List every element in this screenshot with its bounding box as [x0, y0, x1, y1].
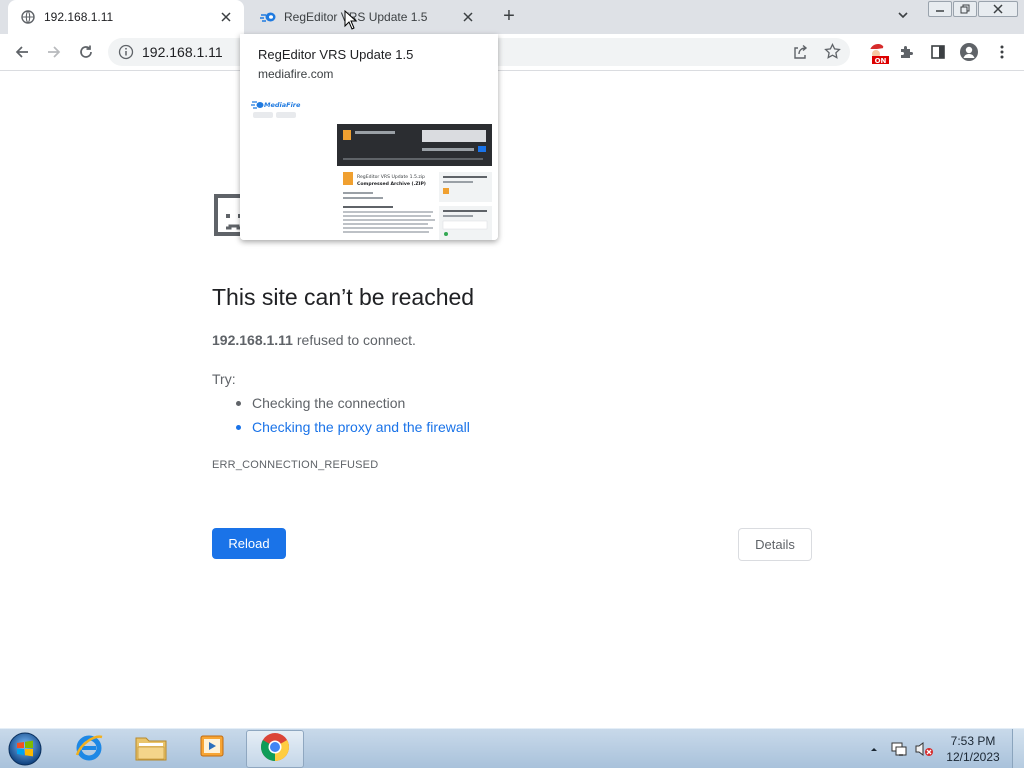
- tab-title: 192.168.1.11: [44, 10, 114, 24]
- tab-inactive[interactable]: RegEditor VRS Update 1.5: [248, 0, 486, 34]
- tab-active[interactable]: 192.168.1.11: [8, 0, 244, 34]
- tab-close-icon[interactable]: [218, 9, 234, 25]
- menu-kebab-icon[interactable]: [991, 41, 1013, 63]
- volume-muted-icon[interactable]: [913, 729, 935, 768]
- taskbar-chrome[interactable]: [246, 730, 304, 768]
- suggestion-check-connection: Checking the connection: [236, 394, 470, 418]
- show-desktop-button[interactable]: [1012, 729, 1024, 768]
- tab-title: RegEditor VRS Update 1.5: [284, 10, 428, 24]
- error-title: This site can’t be reached: [212, 284, 475, 310]
- mouse-cursor: [344, 9, 358, 35]
- preview-file-title: RegEditor VRS Update 1.5.zip: [357, 174, 425, 180]
- back-arrow-icon[interactable]: [11, 41, 33, 63]
- taskbar-file-explorer[interactable]: [122, 730, 180, 768]
- new-tab-button[interactable]: +: [498, 6, 520, 28]
- side-panel-icon[interactable]: [927, 41, 949, 63]
- hover-card-preview: MediaFire RegEditor VRS Update 1.5.zip C…: [240, 92, 498, 240]
- taskbar-internet-explorer[interactable]: [60, 730, 118, 768]
- extensions-puzzle-icon[interactable]: [895, 41, 917, 63]
- reload-icon[interactable]: [75, 41, 97, 63]
- system-clock[interactable]: 7:53 PM 12/1/2023: [940, 733, 1006, 765]
- preview-logo-text: MediaFire: [264, 101, 301, 109]
- share-icon[interactable]: [792, 44, 808, 65]
- error-code: ERR_CONNECTION_REFUSED: [212, 459, 379, 471]
- error-host: 192.168.1.11: [212, 332, 293, 348]
- extension-badge: ON: [875, 57, 887, 65]
- suggestion-list: Checking the connection Checking the pro…: [236, 394, 470, 442]
- media-player-icon: [198, 733, 228, 766]
- start-button[interactable]: [6, 731, 44, 767]
- try-label: Try:: [212, 371, 236, 387]
- folder-icon: [134, 732, 168, 767]
- extension-santa-icon[interactable]: ON: [866, 39, 890, 65]
- tab-search-chevron-icon[interactable]: [896, 8, 914, 26]
- globe-icon: [20, 9, 36, 25]
- close-window-button[interactable]: [978, 1, 1018, 17]
- suggestion-proxy-firewall-link[interactable]: Checking the proxy and the firewall: [236, 418, 470, 442]
- hover-card-title: RegEditor VRS Update 1.5: [258, 47, 414, 62]
- tab-close-icon[interactable]: [460, 9, 476, 25]
- tab-hover-card: RegEditor VRS Update 1.5 mediafire.com M…: [240, 34, 498, 240]
- details-button[interactable]: Details: [738, 528, 812, 561]
- error-page: This site can’t be reached 192.168.1.11 …: [0, 72, 1024, 728]
- address-text[interactable]: 192.168.1.11: [142, 44, 223, 60]
- forward-arrow-icon[interactable]: [43, 41, 65, 63]
- preview-file-type: Compressed Archive (.ZIP): [357, 181, 426, 187]
- tab-strip: 192.168.1.11 RegEditor VRS Update 1.5 +: [0, 0, 1024, 34]
- taskbar-media-player[interactable]: [184, 730, 242, 768]
- error-description: 192.168.1.11 refused to connect.: [212, 332, 416, 348]
- mediafire-icon: [260, 9, 276, 25]
- reload-button[interactable]: Reload: [212, 528, 286, 559]
- browser-toolbar: 192.168.1.11 ON: [0, 34, 1024, 71]
- error-message: refused to connect.: [296, 332, 416, 348]
- profile-avatar-icon[interactable]: [958, 41, 980, 63]
- restore-button[interactable]: [953, 1, 977, 17]
- windows-taskbar: 7:53 PM 12/1/2023: [0, 728, 1024, 768]
- chrome-icon: [259, 731, 291, 768]
- clock-time: 7:53 PM: [950, 734, 996, 748]
- clock-date: 12/1/2023: [946, 750, 1000, 764]
- tray-overflow-arrow-icon[interactable]: [868, 729, 880, 768]
- minimize-button[interactable]: [928, 1, 952, 17]
- internet-explorer-icon: [73, 731, 105, 768]
- network-icon[interactable]: [889, 729, 909, 768]
- hover-card-domain: mediafire.com: [258, 67, 334, 81]
- info-icon[interactable]: [118, 44, 134, 60]
- bookmark-star-icon[interactable]: [824, 42, 841, 65]
